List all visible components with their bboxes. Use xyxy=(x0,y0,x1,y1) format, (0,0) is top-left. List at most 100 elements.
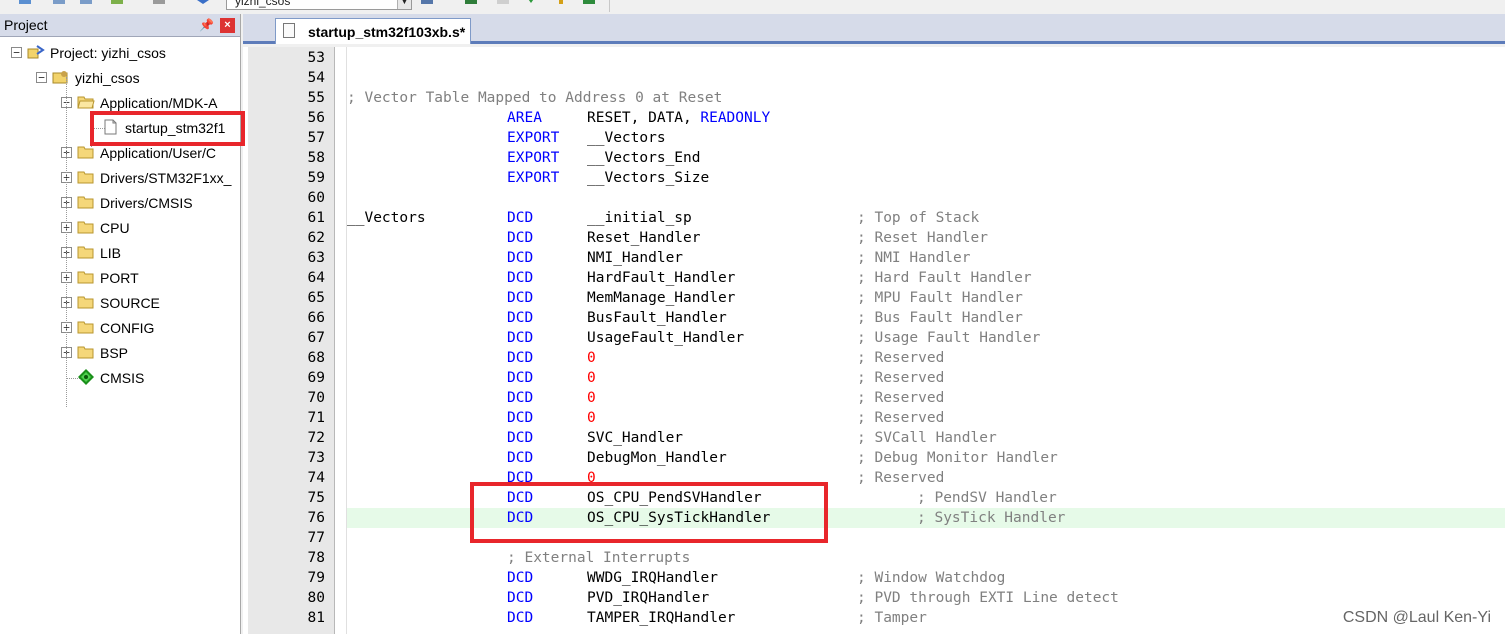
collapse-icon[interactable]: − xyxy=(36,72,47,83)
tab-startup-file[interactable]: startup_stm32f103xb.s* xyxy=(275,18,471,44)
code-line[interactable]: 78 ; External Interrupts xyxy=(243,548,1505,568)
code-line[interactable]: 58 EXPORT __Vectors_End xyxy=(243,148,1505,168)
toolbar-btn-icon[interactable] xyxy=(152,0,166,8)
cmsis-component-icon xyxy=(77,369,95,385)
code-line[interactable]: 71 DCD 0 ; Reserved xyxy=(243,408,1505,428)
code-comment: ; Reserved xyxy=(857,370,945,386)
tree-item[interactable]: + SOURCE xyxy=(0,293,240,313)
code-line[interactable]: 55 ; Vector Table Mapped to Address 0 at … xyxy=(243,88,1505,108)
code-operand: RESET, DATA, xyxy=(587,110,701,126)
tree-item[interactable]: CMSIS xyxy=(0,368,240,388)
code-directive: DCD xyxy=(507,310,534,326)
code-line[interactable]: 56 AREA RESET, DATA, READONLY xyxy=(243,108,1505,128)
code-line[interactable]: 59 EXPORT __Vectors_Size xyxy=(243,168,1505,188)
code-comment: ; Reserved xyxy=(857,410,945,426)
tab-label: startup_stm32f103xb.s* xyxy=(308,24,466,40)
line-number: 69 xyxy=(307,370,325,386)
line-number: 80 xyxy=(307,590,325,606)
code-directive: DCD xyxy=(507,250,534,266)
code-operand: WWDG_IRQHandler xyxy=(587,570,718,586)
project-panel-header: Project 📌 × xyxy=(0,14,240,37)
tree-item[interactable]: + CPU xyxy=(0,218,240,238)
code-comment: ; NMI Handler xyxy=(857,250,971,266)
tree-item-label: yizhi_csos xyxy=(75,70,140,86)
target-icon xyxy=(52,69,70,85)
code-operand: __Vectors xyxy=(587,130,666,146)
tree-item[interactable]: startup_stm32f1 xyxy=(0,118,240,138)
code-line[interactable]: 54 xyxy=(243,68,1505,88)
code-line[interactable]: 70 DCD 0 ; Reserved xyxy=(243,388,1505,408)
tree-item[interactable]: + Application/User/C xyxy=(0,143,240,163)
target-select-value: yizhi_csos xyxy=(235,0,291,8)
code-line[interactable]: 74 DCD 0 ; Reserved xyxy=(243,468,1505,488)
code-line[interactable]: 67 DCD UsageFault_Handler ; Usage Fault Han… xyxy=(243,328,1505,348)
code-line[interactable]: 72 DCD SVC_Handler ; SVCall Handler xyxy=(243,428,1505,448)
code-comment: ; Window Watchdog xyxy=(857,570,1006,586)
code-line[interactable]: 68 DCD 0 ; Reserved xyxy=(243,348,1505,368)
project-icon xyxy=(27,44,45,60)
tree-item[interactable]: − yizhi_csos xyxy=(0,68,240,88)
tree-item[interactable]: + PORT xyxy=(0,268,240,288)
code-comment: ; Reserved xyxy=(857,350,945,366)
code-operand: OS_CPU_PendSVHandler xyxy=(587,490,762,506)
tree-item-label: Drivers/CMSIS xyxy=(100,195,193,211)
target-select[interactable]: yizhi_csos ▼ xyxy=(226,0,412,10)
toolbar-btn-icon[interactable] xyxy=(196,0,210,8)
code-comment: ; Usage Fault Handler xyxy=(857,330,1041,346)
close-panel-button[interactable]: × xyxy=(220,18,235,33)
toolbar-btn-icon[interactable] xyxy=(79,0,93,8)
code-operand: BusFault_Handler xyxy=(587,310,727,326)
code-line[interactable]: 75 DCD OS_CPU_PendSVHandler ; PendSV Handle… xyxy=(243,488,1505,508)
code-number: 0 xyxy=(587,390,596,406)
toolbar-btn-icon[interactable] xyxy=(464,0,478,8)
code-number: 0 xyxy=(587,410,596,426)
tree-item[interactable]: + CONFIG xyxy=(0,318,240,338)
code-directive: DCD xyxy=(507,490,534,506)
tree-item[interactable]: + Drivers/CMSIS xyxy=(0,193,240,213)
code-line[interactable]: 79 DCD WWDG_IRQHandler ; Window Watchdog xyxy=(243,568,1505,588)
code-line[interactable]: 63 DCD NMI_Handler ; NMI Handler xyxy=(243,248,1505,268)
tree-item-label: Project: yizhi_csos xyxy=(50,45,166,61)
collapse-icon[interactable]: − xyxy=(11,47,22,58)
code-line[interactable]: 61 __Vectors DCD __initial_sp ; Top of Stack xyxy=(243,208,1505,228)
pin-icon[interactable]: 📌 xyxy=(199,18,214,32)
toolbar-btn-icon[interactable] xyxy=(524,0,538,8)
tree-item[interactable]: + BSP xyxy=(0,343,240,363)
tree-item[interactable]: − Application/MDK-A xyxy=(0,93,240,113)
code-line[interactable]: 60 xyxy=(243,188,1505,208)
code-directive: DCD xyxy=(507,470,534,486)
code-line[interactable]: 64 DCD HardFault_Handler ; Hard Fault Handl… xyxy=(243,268,1505,288)
code-directive: DCD xyxy=(507,610,534,626)
toolbar-btn-icon[interactable] xyxy=(52,0,66,8)
toolbar-btn-icon[interactable] xyxy=(420,0,434,8)
code-line[interactable]: 57 EXPORT __Vectors xyxy=(243,128,1505,148)
code-editor[interactable]: 53 54 55 ; Vector Table Mapped to Address 0… xyxy=(243,47,1505,634)
code-line[interactable]: 80 DCD PVD_IRQHandler ; PVD through EXTI Li… xyxy=(243,588,1505,608)
code-comment: ; Vector Table Mapped to Address 0 at Re… xyxy=(347,90,723,106)
folder-icon xyxy=(77,269,95,285)
code-line[interactable]: 76 DCD OS_CPU_SysTickHandler ; SysTick Hand… xyxy=(243,508,1505,528)
code-line[interactable]: 81 DCD TAMPER_IRQHandler ; Tamper xyxy=(243,608,1505,628)
code-line[interactable]: 69 DCD 0 ; Reserved xyxy=(243,368,1505,388)
code-line[interactable]: 53 xyxy=(243,48,1505,68)
toolbar-btn-icon[interactable] xyxy=(582,0,596,8)
code-line[interactable]: 65 DCD MemManage_Handler ; MPU Fault Handle… xyxy=(243,288,1505,308)
tree-item[interactable]: + Drivers/STM32F1xx_ xyxy=(0,168,240,188)
code-line[interactable]: 62 DCD Reset_Handler ; Reset Handler xyxy=(243,228,1505,248)
line-number: 75 xyxy=(307,490,325,506)
code-line[interactable]: 77 xyxy=(243,528,1505,548)
project-panel: Project 📌 × − Project: yizhi_csos − yizhi_c… xyxy=(0,14,241,634)
line-number: 79 xyxy=(307,570,325,586)
tree-item[interactable]: − Project: yizhi_csos xyxy=(0,43,240,63)
code-line[interactable]: 66 DCD BusFault_Handler ; Bus Fault Handler xyxy=(243,308,1505,328)
toolbar-btn-icon[interactable] xyxy=(496,0,510,8)
line-number: 56 xyxy=(307,110,325,126)
code-directive: DCD xyxy=(507,370,534,386)
line-number: 67 xyxy=(307,330,325,346)
tree-item[interactable]: + LIB xyxy=(0,243,240,263)
toolbar-btn-icon[interactable] xyxy=(554,0,568,8)
toolbar-btn-icon[interactable] xyxy=(18,0,32,8)
code-line[interactable]: 73 DCD DebugMon_Handler ; Debug Monitor Han… xyxy=(243,448,1505,468)
toolbar-btn-icon[interactable] xyxy=(110,0,124,8)
code-directive: DCD xyxy=(507,270,534,286)
